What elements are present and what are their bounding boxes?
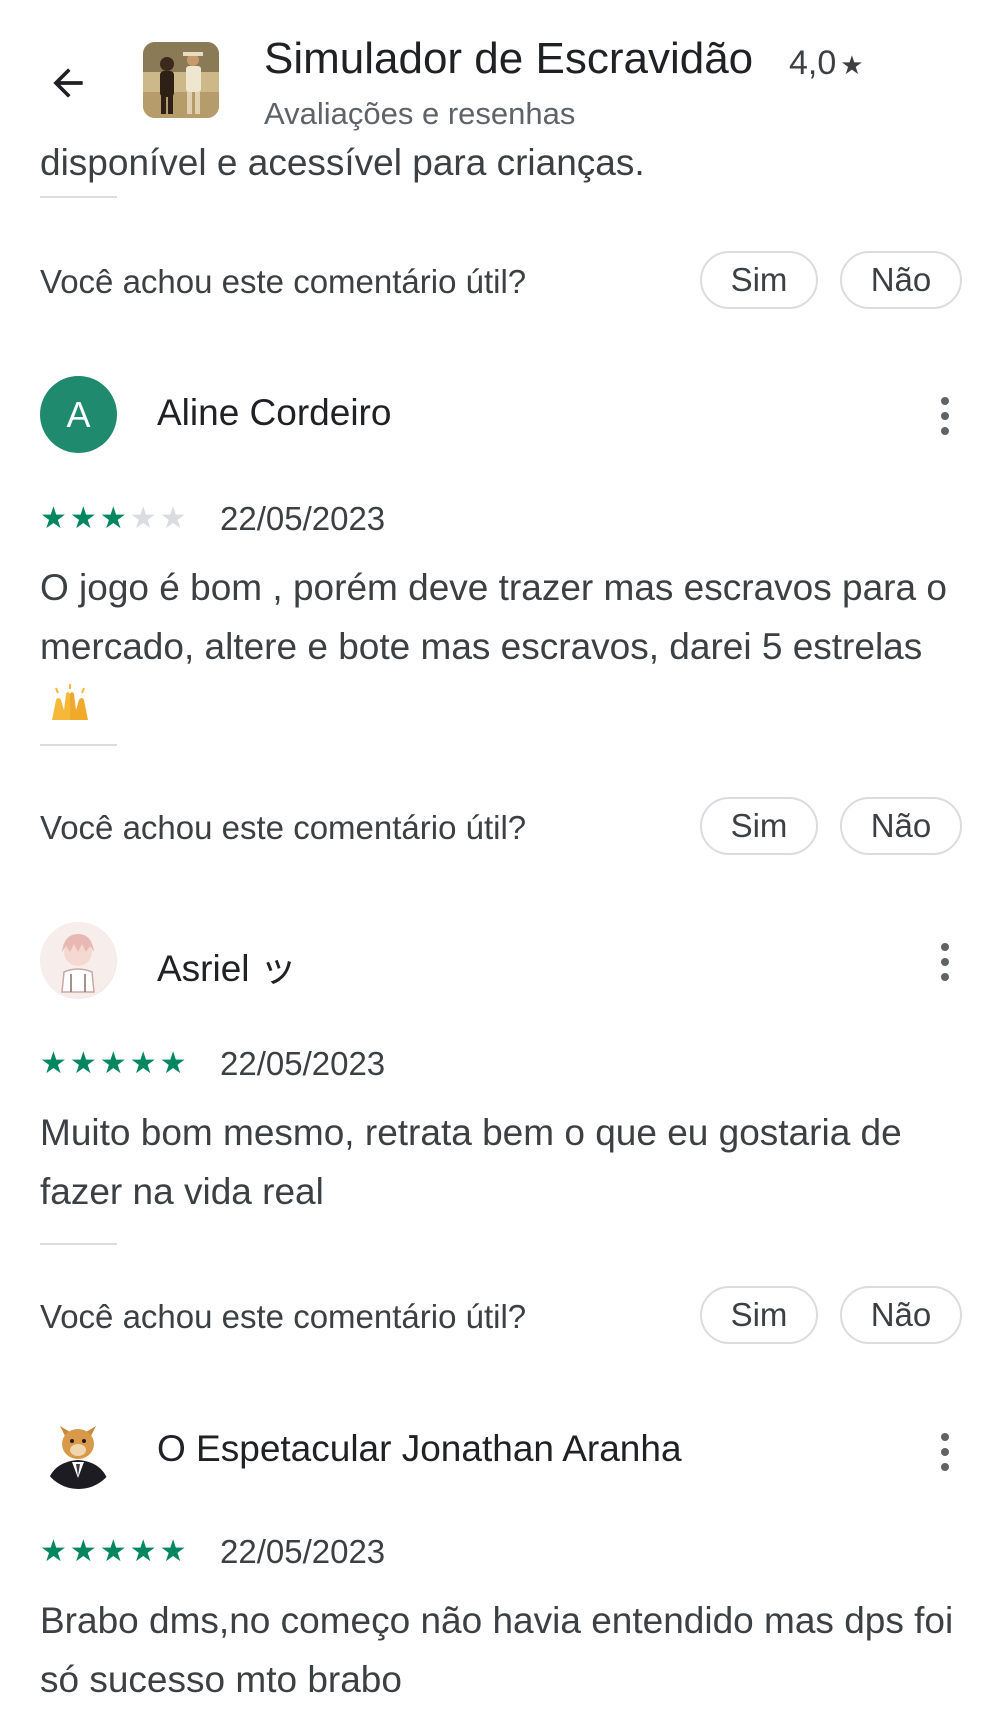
- star-filled-icon: ★: [69, 502, 97, 535]
- anime-avatar-image: [40, 922, 116, 998]
- review-text: O jogo é bom , porém deve trazer mas esc…: [40, 558, 970, 741]
- star-filled-icon: ★: [99, 502, 127, 535]
- app-header: Simulador de Escravidão 4,0 ★ Avaliações …: [0, 0, 1000, 160]
- reviewer-name: O Espetacular Jonathan Aranha: [157, 1428, 682, 1469]
- app-icon[interactable]: [143, 42, 219, 118]
- helpful-row: Você achou este comentário útil? Sim Não: [40, 251, 962, 309]
- review-text-body: O jogo é bom , porém deve trazer mas esc…: [40, 567, 947, 667]
- back-button[interactable]: [40, 55, 96, 111]
- helpful-question: Você achou este comentário útil?: [40, 1298, 527, 1335]
- cat-in-suit-avatar-image: [46, 1426, 110, 1489]
- helpful-no-button[interactable]: Não: [840, 251, 962, 309]
- star-filled-icon: ★: [129, 1535, 157, 1568]
- star-rating: ★ ★ ★ ★ ★: [40, 1537, 187, 1567]
- star-filled-icon: ★: [99, 1535, 127, 1568]
- reviewer-header: A Aline Cordeiro: [40, 376, 960, 456]
- avatar[interactable]: [40, 922, 117, 999]
- more-options-button[interactable]: [930, 386, 960, 446]
- helpful-yes-button[interactable]: Sim: [700, 1286, 818, 1344]
- more-options-button[interactable]: [930, 932, 960, 992]
- review-date: 22/05/2023: [220, 500, 386, 537]
- star-icon: ★: [840, 50, 864, 80]
- helpful-no-button[interactable]: Não: [840, 797, 962, 855]
- previous-review-text: disponível e acessível para crianças.: [40, 142, 645, 183]
- star-filled-icon: ★: [99, 1047, 127, 1080]
- reviewer-name: Asriel ッ: [157, 948, 297, 989]
- review-date: 22/05/2023: [220, 1045, 386, 1082]
- divider: [40, 744, 117, 746]
- reviewer-name: Aline Cordeiro: [157, 392, 392, 433]
- helpful-question: Você achou este comentário útil?: [40, 809, 527, 846]
- reviewer-header: O Espetacular Jonathan Aranha: [40, 1412, 960, 1492]
- app-rating: 4,0 ★: [789, 44, 864, 83]
- star-filled-icon: ★: [159, 1047, 187, 1080]
- helpful-no-button[interactable]: Não: [840, 1286, 962, 1344]
- helpful-yes-button[interactable]: Sim: [700, 251, 818, 309]
- review-date: 22/05/2023: [220, 1533, 386, 1570]
- helpful-question: Você achou este comentário útil?: [40, 263, 527, 300]
- app-title: Simulador de Escravidão: [264, 34, 754, 83]
- divider: [40, 1243, 117, 1245]
- app-rating-value: 4,0: [789, 44, 837, 82]
- star-rating: ★ ★ ★ ★ ★: [40, 504, 187, 534]
- page-subtitle: Avaliações e resenhas: [264, 96, 576, 131]
- review-text: Muito bom mesmo, retrata bem o que eu go…: [40, 1112, 902, 1212]
- star-empty-icon: ★: [159, 502, 187, 535]
- star-filled-icon: ★: [40, 1047, 67, 1080]
- helpful-row: Você achou este comentário útil? Sim Não: [40, 1286, 962, 1344]
- star-filled-icon: ★: [69, 1047, 97, 1080]
- star-empty-icon: ★: [129, 502, 157, 535]
- arrow-left-icon: [53, 68, 83, 98]
- reviewer-header: Asriel ッ: [40, 922, 960, 1002]
- helpful-row: Você achou este comentário útil? Sim Não: [40, 797, 962, 855]
- star-filled-icon: ★: [40, 1535, 67, 1568]
- avatar[interactable]: A: [40, 376, 117, 453]
- star-filled-icon: ★: [69, 1535, 97, 1568]
- star-rating: ★ ★ ★ ★ ★: [40, 1049, 187, 1079]
- star-filled-icon: ★: [159, 1535, 187, 1568]
- review-text: Brabo dms,no começo não havia entendido …: [40, 1600, 954, 1700]
- more-options-button[interactable]: [930, 1422, 960, 1482]
- avatar[interactable]: [40, 1412, 117, 1489]
- helpful-yes-button[interactable]: Sim: [700, 797, 818, 855]
- divider: [40, 196, 117, 198]
- raising-hands-emoji: [48, 682, 92, 741]
- app-icon-image: [143, 42, 219, 118]
- star-filled-icon: ★: [129, 1047, 157, 1080]
- star-filled-icon: ★: [40, 502, 67, 535]
